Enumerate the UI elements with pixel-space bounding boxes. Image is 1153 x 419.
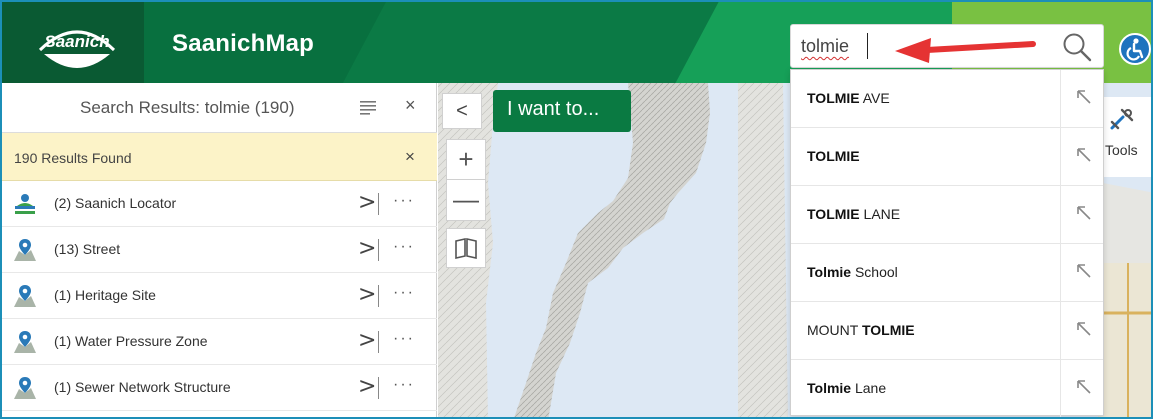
more-options-button[interactable]: ··· (393, 330, 415, 348)
result-row[interactable]: (1) Sewer Network Structure > ··· (2, 365, 437, 411)
suggestion-text: Tolmie Lane (807, 380, 887, 396)
suggestion-text: TOLMIE LANE (807, 206, 901, 222)
chevron-right-icon[interactable]: > (358, 236, 376, 261)
fill-search-arrow-icon[interactable] (1073, 202, 1095, 224)
app-frame: Saanich SaanichMap tolmie Search Results… (0, 0, 1153, 419)
zoom-control: + — (446, 139, 486, 221)
suggestion-item[interactable]: TOLMIE LANE (791, 186, 1103, 244)
search-results-panel: Search Results: tolmie (190) × 190 Resul… (2, 83, 437, 417)
more-options-button[interactable]: ··· (393, 284, 415, 302)
result-label: (1) Sewer Network Structure (54, 379, 231, 395)
tools-label: Tools (1105, 142, 1138, 158)
divider (378, 285, 379, 307)
suggestion-item[interactable]: Tolmie Lane (791, 360, 1103, 417)
tools-icon[interactable] (1106, 104, 1136, 134)
results-count: 190 Results Found (14, 150, 132, 166)
text-caret (867, 33, 868, 59)
search-input-value[interactable]: tolmie (801, 36, 849, 57)
book-icon (455, 238, 477, 259)
result-row[interactable]: (1) Heritage Site > ··· (2, 273, 437, 319)
annotation-arrow-icon (895, 38, 1036, 63)
suggestion-item[interactable]: MOUNT TOLMIE (791, 302, 1103, 360)
zoom-out-button[interactable]: — (447, 180, 485, 220)
saanich-locator-icon (15, 194, 35, 214)
divider (378, 239, 379, 261)
divider (1060, 302, 1061, 360)
divider (1060, 360, 1061, 417)
result-label: (13) Street (54, 241, 121, 257)
results-count-bar: 190 Results Found × (2, 133, 437, 181)
divider (1060, 70, 1061, 128)
result-label: (1) Water Pressure Zone (54, 333, 208, 349)
search-suggestions-dropdown: TOLMIE AVE TOLMIE TOLMIE LANE Tolmie Sch… (790, 69, 1104, 417)
accessibility-icon (1126, 38, 1144, 61)
list-view-icon[interactable] (360, 100, 378, 116)
fill-search-arrow-icon[interactable] (1073, 86, 1095, 108)
i-want-to-button[interactable]: I want to... (493, 90, 631, 132)
result-row[interactable]: (2) Saanich Locator > ··· (2, 181, 437, 227)
accessibility-button[interactable] (1119, 33, 1151, 65)
bookmark-button[interactable] (446, 228, 486, 268)
map-pin-icon (14, 239, 36, 261)
fill-search-arrow-icon[interactable] (1073, 260, 1095, 282)
suggestion-text: TOLMIE AVE (807, 90, 890, 106)
chevron-right-icon[interactable]: > (358, 374, 376, 399)
result-row[interactable]: (1) Water Pressure Zone > ··· (2, 319, 437, 365)
zoom-in-button[interactable]: + (447, 140, 485, 180)
suggestion-item[interactable]: TOLMIE (791, 128, 1103, 186)
divider (1060, 128, 1061, 186)
chevron-right-icon[interactable]: > (358, 190, 376, 215)
result-label: (2) Saanich Locator (54, 195, 177, 211)
divider (1060, 244, 1061, 302)
saanich-logo[interactable]: Saanich (34, 20, 120, 74)
dismiss-results-button[interactable]: × (405, 147, 415, 167)
more-options-button[interactable]: ··· (393, 192, 415, 210)
divider (378, 193, 379, 215)
chevron-right-icon[interactable]: > (358, 328, 376, 353)
close-panel-button[interactable]: × (405, 95, 416, 116)
panel-title: Search Results: tolmie (190) (80, 98, 295, 117)
suggestion-text: Tolmie School (807, 264, 898, 280)
fill-search-arrow-icon[interactable] (1073, 318, 1095, 340)
collapse-panel-button[interactable]: < (442, 93, 482, 129)
suggestion-item[interactable]: Tolmie School (791, 244, 1103, 302)
app-title: SaanichMap (172, 30, 315, 57)
more-options-button[interactable]: ··· (393, 376, 415, 394)
divider (378, 377, 379, 399)
fill-search-arrow-icon[interactable] (1073, 376, 1095, 398)
map-pin-icon (14, 331, 36, 353)
suggestion-text: TOLMIE (807, 148, 860, 164)
logo-text: Saanich (44, 32, 109, 51)
map-pin-icon (14, 285, 36, 307)
chevron-right-icon[interactable]: > (358, 282, 376, 307)
result-label: (1) Heritage Site (54, 287, 156, 303)
result-row[interactable]: (13) Street > ··· (2, 227, 437, 273)
search-icon[interactable] (1061, 31, 1093, 63)
suggestion-text: MOUNT TOLMIE (807, 322, 915, 338)
panel-header: Search Results: tolmie (190) × (2, 83, 437, 133)
suggestion-item[interactable]: TOLMIE AVE (791, 70, 1103, 128)
map-pin-icon (14, 377, 36, 399)
divider (1060, 186, 1061, 244)
more-options-button[interactable]: ··· (393, 238, 415, 256)
divider (378, 331, 379, 353)
fill-search-arrow-icon[interactable] (1073, 144, 1095, 166)
